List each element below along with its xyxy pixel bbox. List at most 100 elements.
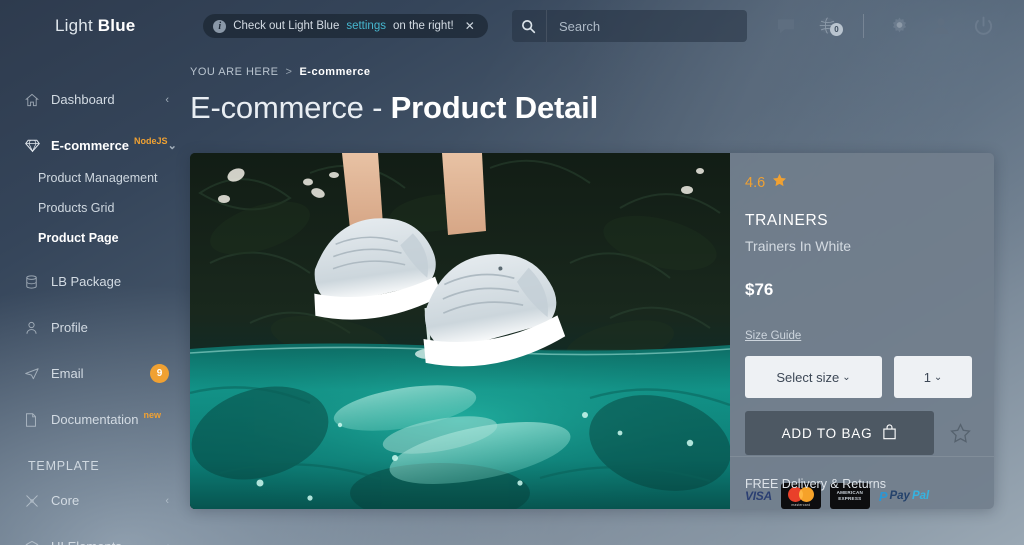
chat-icon[interactable] [765,0,807,52]
sidebar-item-profile[interactable]: Profile [0,310,185,345]
size-guide-link[interactable]: Size Guide [745,330,801,342]
sidebar-item-ecommerce[interactable]: E-commerce NodeJS ⌄ [0,128,185,163]
sidebar-item-core[interactable]: Core ‹ [0,483,185,518]
header-center: i Check out Light Blue settings on the r… [185,10,765,42]
sidebar-subitem-product-page[interactable]: Product Page [0,223,185,253]
sidebar-item-documentation[interactable]: Documentation new [0,402,185,437]
chevron-down-icon: ⌄ [842,371,851,383]
size-guide: Size Guide [745,326,972,344]
info-divider [730,456,994,457]
sidebar-item-email[interactable]: Email 9 [0,356,185,391]
paypal-pal-text: Pal [911,490,930,502]
quantity-select[interactable]: 1 ⌄ [894,356,972,398]
close-icon[interactable]: ✕ [465,19,475,33]
sidebar-item-lb-package[interactable]: LB Package [0,264,185,299]
sidebar-item-label: E-commerce [51,138,130,153]
product-info-panel: 4.6 TRAINERS Trainers In White $76 Size … [730,153,994,509]
breadcrumb-current[interactable]: E-commerce [299,66,370,78]
notice-settings-link[interactable]: settings [346,20,386,32]
shopping-bag-icon [882,423,897,443]
size-select[interactable]: Select size ⌄ [745,356,882,398]
sidebar-item-label: Profile [51,320,88,335]
add-to-bag-button[interactable]: ADD TO BAG [745,411,934,455]
quantity-value: 1 [923,369,931,385]
product-subtitle: Trainers In White [745,238,852,254]
power-icon[interactable] [962,0,1004,52]
notice-text-after: on the right! [392,20,454,32]
main-content: YOU ARE HERE > E-commerce E-commerce - P… [185,52,1024,545]
rating-value: 4.6 [745,174,766,191]
send-icon [25,367,51,381]
file-icon [25,412,51,427]
database-icon [25,274,51,289]
product-image[interactable] [190,153,730,509]
logo-light-text: Light [55,16,98,35]
star-outline-icon[interactable] [948,422,972,444]
product-name: TRAINERS [745,212,829,229]
sidebar-item-dashboard[interactable]: Dashboard ‹ [0,82,185,117]
sidebar: Dashboard ‹ E-commerce NodeJS ⌄ Product … [0,52,185,545]
app-header: Light Blue i Check out Light Blue settin… [0,0,1024,52]
new-badge: new [143,409,161,420]
product-price: $76 [745,280,774,299]
settings-notice-banner[interactable]: i Check out Light Blue settings on the r… [203,14,488,38]
chevron-down-icon: ⌄ [167,140,177,152]
globe-badge: 0 [830,23,843,36]
logo-bold-text: Blue [97,16,136,35]
sidebar-item-label: UI Elements [51,539,122,545]
add-to-bag-row: ADD TO BAG [745,411,972,455]
product-rating: 4.6 [745,173,972,192]
header-divider [863,14,864,38]
globe-icon[interactable]: 0 [807,0,849,52]
layers-icon [25,540,51,545]
user-icon [25,321,51,335]
product-detail-card: 4.6 TRAINERS Trainers In White $76 Size … [190,153,994,509]
sidebar-item-ui-elements[interactable]: UI Elements ‹ [0,529,185,545]
add-to-bag-label: ADD TO BAG [781,425,873,441]
chevron-left-icon: ‹ [165,494,169,507]
sidebar-item-label: LB Package [51,274,122,289]
diamond-icon [25,138,51,153]
size-select-label: Select size [776,369,840,385]
header-logo-area: Light Blue [0,16,185,36]
sidebar-item-label: Dashboard [51,92,115,107]
paypal-icon: P Pay Pal [879,489,929,504]
sidebar-subitem-label: Product Page [38,231,119,245]
sidebar-subitem-product-management[interactable]: Product Management [0,163,185,193]
app-logo[interactable]: Light Blue [0,16,135,36]
search-input[interactable] [546,18,747,34]
notice-text-before: Check out Light Blue [233,20,340,32]
sidebar-item-label: Documentation [51,412,139,427]
chevron-left-icon: ‹ [165,541,169,545]
sidebar-subitem-products-grid[interactable]: Products Grid [0,193,185,223]
tools-icon [25,494,51,508]
home-icon [25,93,51,107]
sidebar-subitem-label: Product Management [38,171,158,185]
paypal-pay-text: Pay [889,490,910,502]
page-title: E-commerce - Product Detail [190,90,994,126]
page-title-light: E-commerce - [190,90,391,125]
chevron-down-icon: ⌄ [933,371,943,383]
breadcrumb-prefix: YOU ARE HERE [190,66,279,78]
gear-icon[interactable] [878,0,920,52]
search-icon [512,10,547,42]
delivery-info: FREE Delivery & Returns [745,477,887,491]
sidebar-item-label: Core [51,493,80,508]
nodejs-badge: NodeJS [134,135,168,146]
selection-row: Select size ⌄ 1 ⌄ [745,356,972,398]
search-box[interactable] [511,10,747,42]
breadcrumb-separator: > [285,66,293,78]
user-icon[interactable] [920,0,962,52]
chevron-left-icon: ‹ [165,93,169,106]
sidebar-section-title: TEMPLATE [28,459,100,473]
page-title-bold: Product Detail [390,90,599,125]
star-filled-icon [772,173,787,192]
info-icon: i [213,19,227,33]
header-icons: 0 [765,0,1024,52]
breadcrumb: YOU ARE HERE > E-commerce [190,66,994,78]
